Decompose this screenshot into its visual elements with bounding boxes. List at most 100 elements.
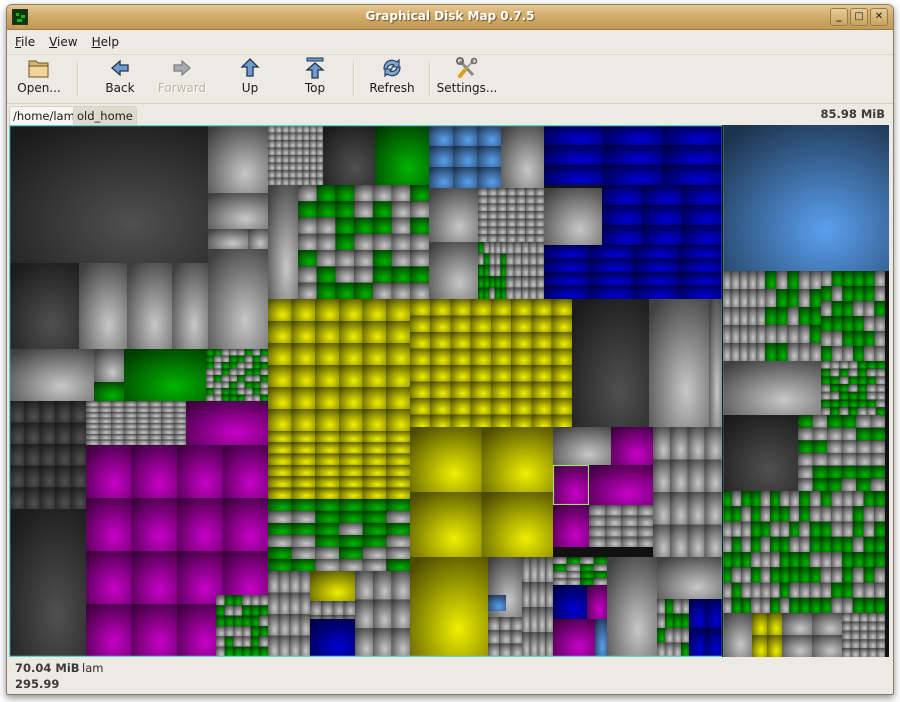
treemap-file[interactable] [478,276,484,288]
treemap-file[interactable] [315,365,339,387]
treemap-file[interactable] [863,521,875,537]
treemap-file[interactable] [477,146,501,167]
treemap-file[interactable] [593,578,608,585]
treemap-file[interactable] [136,401,149,407]
treemap-file[interactable] [291,535,316,547]
treemap-file[interactable] [637,505,653,516]
treemap-file[interactable] [511,398,532,415]
treemap-file[interactable] [739,325,748,343]
treemap-file[interactable] [874,552,885,568]
treemap-view[interactable] [9,125,889,657]
treemap-file[interactable] [842,301,853,316]
settings-button[interactable]: Settings... [435,57,499,101]
treemap-file[interactable] [809,567,821,583]
treemap-file[interactable] [339,299,363,321]
treemap-file[interactable] [302,162,310,171]
treemap-file[interactable] [553,578,567,585]
treemap-file[interactable] [551,348,572,366]
treemap-file[interactable] [722,307,731,325]
treemap-file[interactable] [531,381,552,399]
treemap-file[interactable] [136,434,149,440]
treemap-file[interactable] [730,271,740,289]
treemap-file[interactable] [488,595,506,611]
treemap-file[interactable] [842,271,853,286]
treemap-file[interactable] [500,253,506,265]
treemap-file[interactable] [841,427,857,441]
treemap-file[interactable] [789,567,799,583]
treemap-file[interactable] [812,440,828,453]
treemap-file[interactable] [221,375,230,382]
treemap-file[interactable] [544,258,589,273]
treemap-file[interactable] [496,203,507,212]
treemap-file[interactable] [98,412,112,418]
treemap-file[interactable] [499,617,511,631]
treemap-file[interactable] [662,125,722,145]
treemap-file[interactable] [281,155,289,163]
treemap-file[interactable] [731,597,742,613]
treemap-file[interactable] [161,401,174,407]
treemap-file[interactable] [213,381,222,389]
treemap-file[interactable] [362,476,387,488]
treemap-file[interactable] [874,597,885,613]
treemap-file[interactable] [867,639,877,649]
treemap-file[interactable] [278,592,290,615]
treemap-file[interactable] [161,434,174,440]
treemap-file[interactable] [750,552,761,568]
treemap-file[interactable] [291,409,316,431]
treemap-file[interactable] [875,399,885,408]
treemap-file[interactable] [478,253,484,265]
treemap-file[interactable] [298,266,317,283]
treemap-file[interactable] [521,287,529,299]
treemap-file[interactable] [525,195,535,204]
treemap-file[interactable] [863,552,875,568]
treemap-file[interactable] [809,506,821,522]
treemap-file[interactable] [522,632,530,657]
treemap-file[interactable] [866,399,876,408]
treemap-file[interactable] [553,427,611,465]
treemap-file[interactable] [136,423,149,429]
treemap-file[interactable] [252,375,261,382]
treemap-file[interactable] [830,399,840,408]
treemap-file[interactable] [776,289,788,307]
treemap-file[interactable] [260,362,268,369]
treemap-file[interactable] [123,423,137,429]
treemap-file[interactable] [173,439,187,446]
treemap-file[interactable] [689,599,706,628]
treemap-file[interactable] [756,307,765,325]
treemap-file[interactable] [831,331,843,346]
treemap-file[interactable] [268,592,279,615]
treemap-file[interactable] [870,415,886,428]
treemap-file[interactable] [321,601,333,615]
treemap-file[interactable] [291,487,316,499]
treemap-file[interactable] [260,375,268,382]
treemap-file[interactable] [268,487,292,499]
treemap-file[interactable] [86,498,132,551]
treemap-file[interactable] [722,491,732,507]
treemap-file[interactable] [250,595,260,606]
treemap-file[interactable] [875,391,885,400]
treemap-file[interactable] [506,188,516,196]
treemap-file[interactable] [206,349,214,356]
treemap-file[interactable] [536,276,544,288]
treemap-file[interactable] [259,615,268,626]
treemap-file[interactable] [799,567,810,583]
treemap-file[interactable] [339,431,363,443]
treemap-file[interactable] [316,233,336,251]
treemap-file[interactable] [70,422,86,445]
treemap-file[interactable] [86,423,99,429]
treemap-file[interactable] [316,140,323,148]
treemap-file[interactable] [776,343,788,361]
treemap-file[interactable] [288,170,296,178]
treemap-file[interactable] [553,557,567,564]
treemap-file[interactable] [681,628,689,643]
treemap-file[interactable] [580,564,594,571]
treemap-file[interactable] [787,307,799,325]
treemap-file[interactable] [874,316,885,331]
treemap-file[interactable] [841,453,857,466]
treemap-file[interactable] [309,140,317,148]
treemap-file[interactable] [741,536,751,552]
treemap-file[interactable] [242,636,251,647]
treemap-file[interactable] [173,428,187,435]
maximize-button[interactable]: □ [850,8,868,26]
treemap-file[interactable] [208,125,268,193]
